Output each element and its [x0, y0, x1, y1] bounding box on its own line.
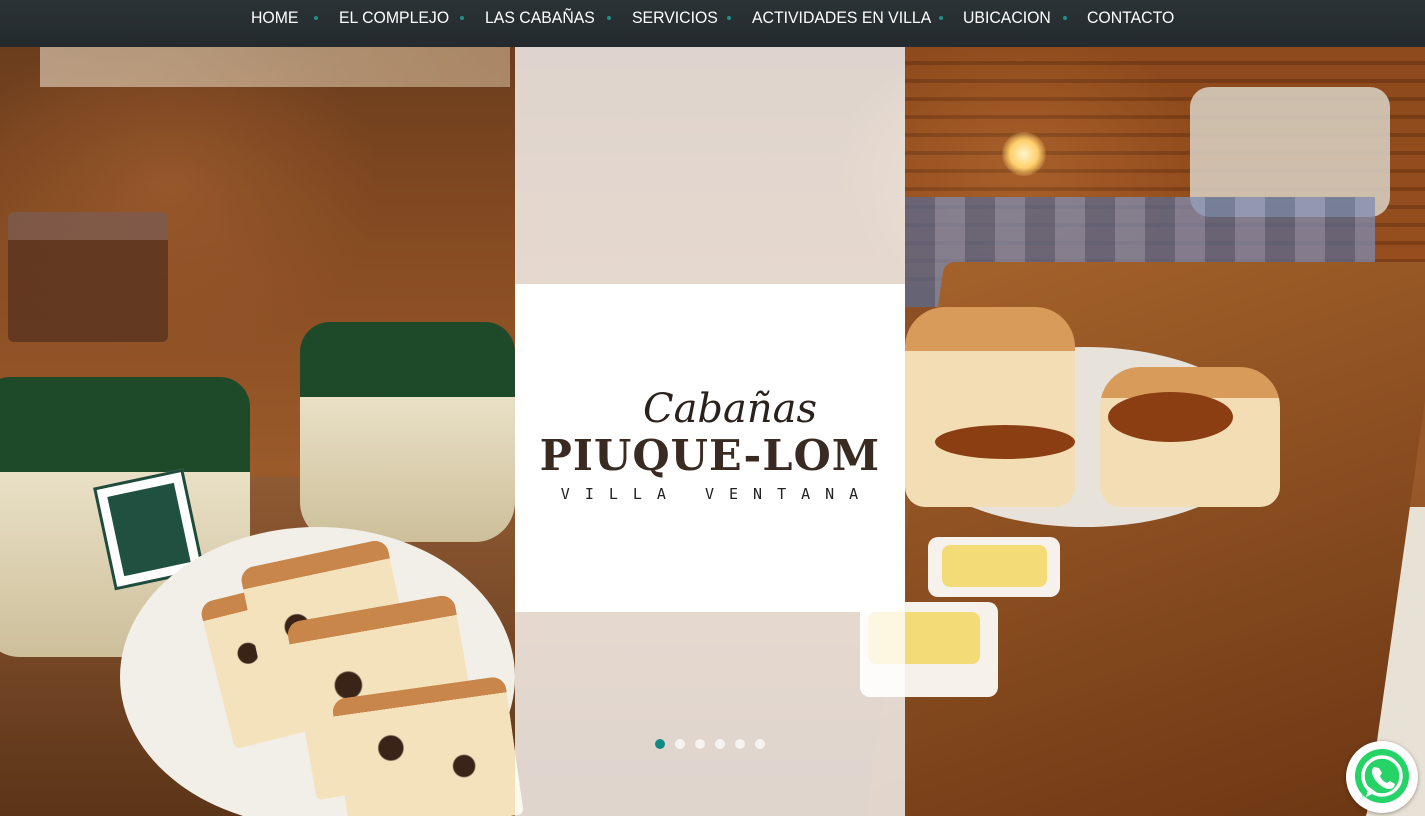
nav-link-ubicacion[interactable]: UBICACION: [963, 8, 1051, 28]
nav-separator-dot: [1063, 16, 1067, 20]
nav-item-contacto: CONTACTO: [1087, 8, 1181, 28]
main-navigation: HOME EL COMPLEJO LAS CABAÑAS SERVICIOS A…: [0, 0, 1425, 47]
nav-separator-dot: [727, 16, 731, 20]
nav-link-actividades-en-villa[interactable]: ACTIVIDADES EN VILLA: [752, 8, 931, 28]
photo-butter: [942, 545, 1047, 587]
photo-lamp: [1002, 132, 1046, 176]
nav-link-el-complejo[interactable]: EL COMPLEJO: [339, 8, 449, 28]
slider-dot-5[interactable]: [735, 739, 745, 749]
logo-brand-name: PIUQUE-LOM: [539, 431, 881, 480]
nav-item-servicios: SERVICIOS: [632, 8, 724, 28]
photo-window: [40, 47, 510, 87]
nav-separator-dot: [607, 16, 611, 20]
slider-dots: [655, 739, 765, 749]
slider-dot-2[interactable]: [675, 739, 685, 749]
logo-panel: Cabañas PIUQUE-LOM VILLA VENTANA: [515, 284, 905, 612]
nav-link-las-cabanas[interactable]: LAS CABAÑAS: [485, 8, 595, 28]
photo-jam: [935, 425, 1075, 459]
slider-dot-1[interactable]: [655, 739, 665, 749]
logo-location: VILLA VENTANA: [560, 485, 874, 503]
nav-link-servicios[interactable]: SERVICIOS: [632, 8, 718, 28]
nav-item-las-cabanas: LAS CABAÑAS: [485, 8, 603, 28]
nav-menu: HOME EL COMPLEJO LAS CABAÑAS SERVICIOS A…: [0, 0, 1425, 36]
slider-dot-4[interactable]: [715, 739, 725, 749]
photo-jam: [1108, 392, 1233, 442]
nav-item-actividades-en-villa: ACTIVIDADES EN VILLA: [752, 8, 945, 28]
logo-script-text: Cabañas: [642, 386, 818, 432]
hero-slider: Cabañas PIUQUE-LOM VILLA VENTANA: [0, 47, 1425, 816]
whatsapp-button[interactable]: [1346, 741, 1418, 813]
photo-mug: [300, 322, 515, 542]
photo-chair: [8, 212, 168, 342]
whatsapp-icon: [1355, 749, 1409, 803]
slider-dot-6[interactable]: [755, 739, 765, 749]
nav-item-home: HOME: [251, 8, 302, 28]
nav-link-contacto[interactable]: CONTACTO: [1087, 8, 1174, 28]
slider-dot-3[interactable]: [695, 739, 705, 749]
photo-toast: [905, 307, 1075, 507]
nav-item-el-complejo: EL COMPLEJO: [339, 8, 457, 28]
photo-cake-slice: [331, 675, 524, 816]
nav-separator-dot: [314, 16, 318, 20]
nav-item-ubicacion: UBICACION: [963, 8, 1057, 28]
nav-separator-dot: [460, 16, 464, 20]
nav-separator-dot: [939, 16, 943, 20]
nav-link-home[interactable]: HOME: [251, 8, 298, 28]
teabag-label: [107, 482, 191, 577]
